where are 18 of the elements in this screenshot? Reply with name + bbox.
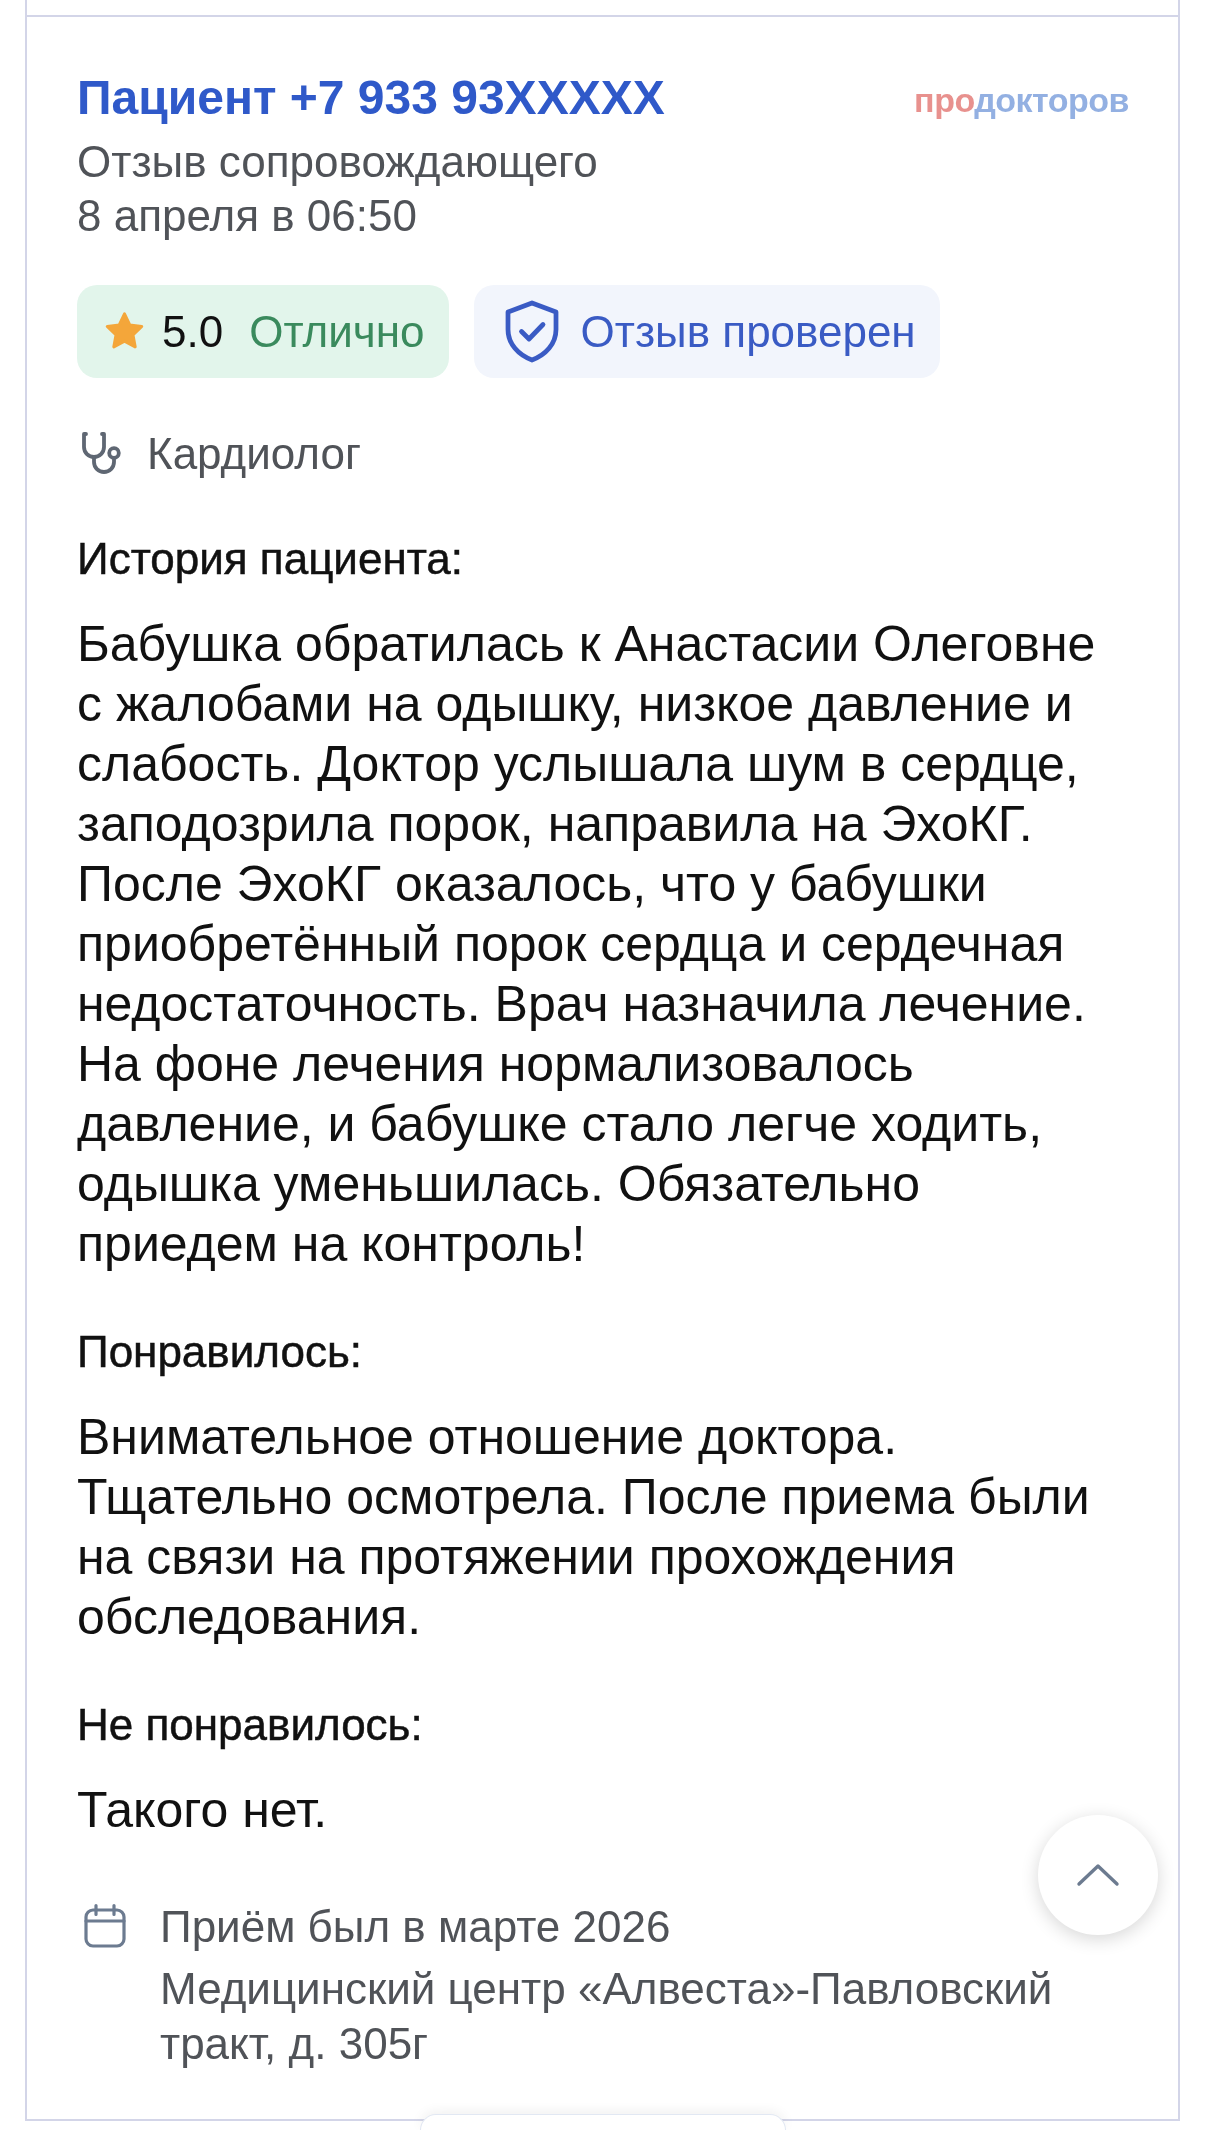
author-link[interactable]: Пациент +7 933 93XXXXX — [77, 70, 665, 126]
specialty-label: Кардиолог — [147, 428, 361, 480]
section-text: Внимательное отношение доктора. Тщательно осмотрела. После приема были на связи на протяжении прохождения обследования. — [77, 1408, 1091, 1647]
section-heading: Понравилось: — [77, 1326, 364, 1378]
clinic-address: Медицинский центр «Алвеста»-Павловский тракт, д. 305г — [160, 1963, 1054, 2070]
rating-label: Отлично — [249, 306, 425, 357]
section-text: Бабушка обратилась к Анастасии Олеговне с жалобами на одышку, низкое давление и слабость. Доктор услышала шум в сердце, заподозрила порок, направила на ЭхоКГ. После ЭхоКГ оказалось, что у бабушки приобретённый порок сердца и сердечная недостаточность. Врач назначила лечение. На фоне лечения нормализовалось давление, и бабушке стало легче ходить, одышка уменьшилась. Обязательно приедем на контроль! — [77, 615, 1097, 1274]
rating-score: 5.0 — [162, 306, 224, 357]
section-heading: История пациента: — [77, 533, 465, 585]
review-date: 8 апреля в 06:50 — [77, 190, 417, 242]
visit-date: Приём был в марте 2026 — [160, 1901, 672, 1953]
section-text: Такого нет. — [77, 1781, 329, 1840]
review-type: Отзыв сопровождающего — [77, 136, 598, 188]
calendar-icon — [81, 1902, 129, 1950]
chevron-up-icon — [1076, 1863, 1120, 1887]
verified-label: Отзыв проверен — [580, 306, 916, 357]
brand-logo: продокторов — [914, 80, 1129, 120]
section-heading: Не понравилось: — [77, 1699, 424, 1751]
